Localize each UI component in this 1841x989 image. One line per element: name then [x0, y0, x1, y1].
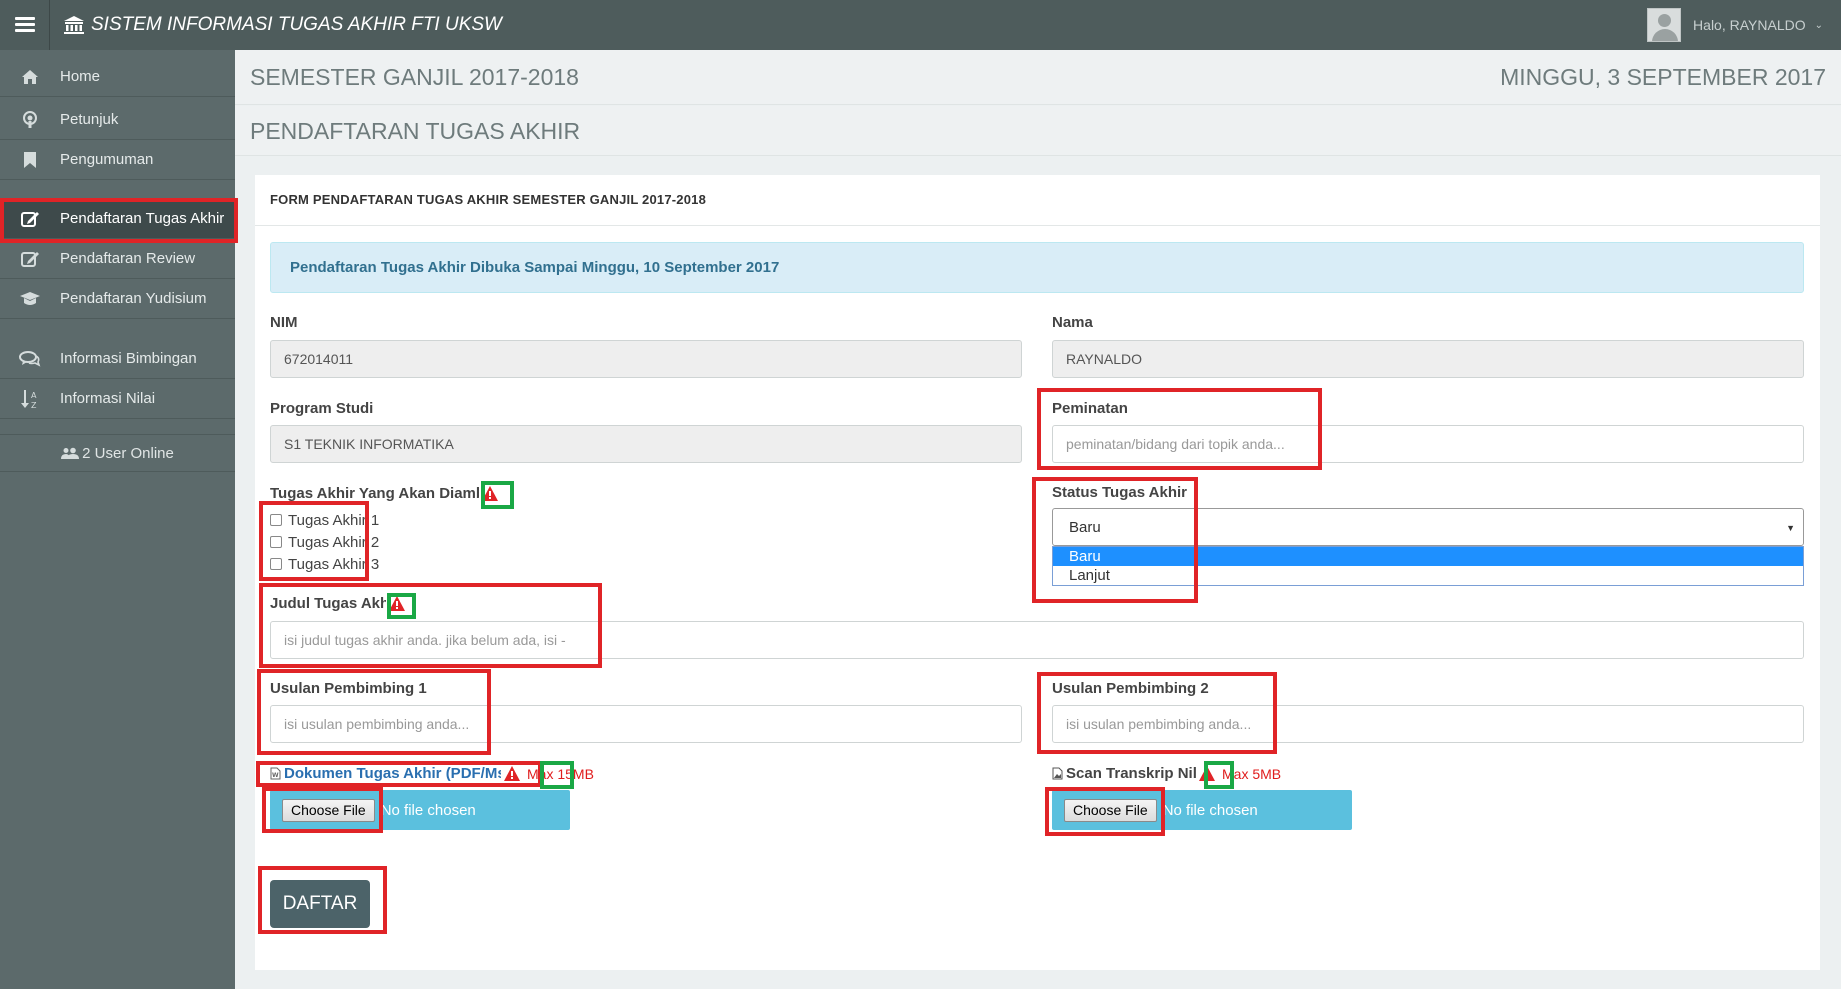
- warning-icon: [482, 486, 498, 501]
- svg-text:A: A: [31, 391, 37, 400]
- page-title: PENDAFTARAN TUGAS AKHIR: [250, 118, 581, 144]
- choose-file-button[interactable]: Choose File: [282, 798, 375, 822]
- judul-input[interactable]: isi judul tugas akhir anda. jika belum a…: [270, 621, 1804, 659]
- sidebar-item-home[interactable]: Home: [0, 57, 235, 97]
- checkbox[interactable]: [270, 514, 282, 526]
- sidebar-item-pendaftaran-review[interactable]: Pendaftaran Review: [0, 239, 235, 279]
- online-users: 2 User Online: [0, 434, 235, 472]
- info-alert: Pendaftaran Tugas Akhir Dibuka Sampai Mi…: [270, 242, 1804, 293]
- sidebar-item-informasi-nilai[interactable]: AZ Informasi Nilai: [0, 379, 235, 419]
- peminatan-label: Peminatan: [1052, 400, 1128, 417]
- top-bar: SISTEM INFORMASI TUGAS AKHIR FTI UKSW Ha…: [0, 0, 1841, 50]
- file-status: No file chosen: [1162, 801, 1258, 819]
- dokumen-label: W Dokumen Tugas Akhir (PDF/Ms.Word) Max …: [270, 765, 594, 782]
- tugas-akhir-3-checkbox[interactable]: Tugas Akhir 3: [270, 554, 379, 574]
- status-label: Status Tugas Akhir: [1052, 484, 1188, 501]
- nama-field: RAYNALDO: [1052, 340, 1804, 378]
- pembimbing-1-input[interactable]: isi usulan pembimbing anda...: [270, 705, 1022, 743]
- sidebar-item-pendaftaran-tugas-akhir[interactable]: Pendaftaran Tugas Akhir: [0, 199, 235, 239]
- tugas-akhir-label: Tugas Akhir Yang Akan Diambil: [270, 485, 498, 502]
- program-studi-field: S1 TEKNIK INFORMATIKA: [270, 425, 1022, 463]
- transkrip-max-size: Max 5MB: [1222, 765, 1282, 782]
- bookmark-icon: [0, 151, 60, 169]
- online-users-text: 2 User Online: [82, 444, 174, 462]
- nim-label: NIM: [270, 314, 298, 331]
- svg-text:W: W: [272, 772, 279, 779]
- file-image-icon: [1052, 767, 1063, 780]
- checkbox[interactable]: [270, 558, 282, 570]
- status-option-baru[interactable]: Baru: [1053, 547, 1803, 566]
- dokumen-max-size: Max 15MB: [527, 765, 594, 782]
- warning-icon: [389, 596, 405, 611]
- svg-text:Z: Z: [31, 401, 37, 409]
- status-select[interactable]: Baru ▼: [1052, 508, 1804, 546]
- sidebar: Home Petunjuk Pengumuman Pendaftaran Tug…: [0, 50, 235, 989]
- file-word-icon: W: [270, 767, 281, 780]
- user-menu[interactable]: Halo, RAYNALDO ⌄: [1647, 0, 1841, 50]
- nama-label: Nama: [1052, 314, 1093, 331]
- home-icon: [0, 69, 60, 85]
- user-greeting: Halo, RAYNALDO: [1693, 17, 1806, 33]
- registration-form: FORM PENDAFTARAN TUGAS AKHIR SEMESTER GA…: [255, 175, 1820, 970]
- file-status: No file chosen: [380, 801, 476, 819]
- comments-icon: [0, 350, 60, 367]
- transkrip-label: Scan Transkrip Nilai Max 5MB: [1052, 765, 1281, 782]
- menu-toggle-icon[interactable]: [0, 0, 50, 50]
- daftar-button[interactable]: DAFTAR: [270, 880, 370, 928]
- institution-icon: [64, 16, 84, 34]
- tugas-akhir-1-checkbox[interactable]: Tugas Akhir 1: [270, 510, 379, 530]
- judul-label: Judul Tugas Akhir: [270, 595, 405, 612]
- checkbox[interactable]: [270, 536, 282, 548]
- edit-icon: [0, 250, 60, 268]
- podcast-icon: [0, 110, 60, 129]
- app-title-text: SISTEM INFORMASI TUGAS AKHIR FTI UKSW: [91, 14, 502, 35]
- sidebar-item-pendaftaran-yudisium[interactable]: Pendaftaran Yudisium: [0, 279, 235, 319]
- users-icon: [61, 447, 80, 459]
- transkrip-file-input[interactable]: Choose File No file chosen: [1052, 790, 1352, 830]
- graduation-cap-icon: [0, 291, 60, 307]
- warning-icon: [504, 766, 523, 781]
- semester-header: SEMESTER GANJIL 2017-2018 MINGGU, 3 SEPT…: [235, 50, 1841, 105]
- page-header: PENDAFTARAN TUGAS AKHIR: [235, 106, 1841, 156]
- status-dropdown: Baru Lanjut: [1052, 546, 1804, 586]
- program-studi-label: Program Studi: [270, 400, 374, 417]
- tugas-akhir-2-checkbox[interactable]: Tugas Akhir 2: [270, 532, 379, 552]
- dokumen-file-input[interactable]: Choose File No file chosen: [270, 790, 570, 830]
- current-date: MINGGU, 3 SEPTEMBER 2017: [1500, 64, 1826, 90]
- nim-field: 672014011: [270, 340, 1022, 378]
- peminatan-input[interactable]: peminatan/bidang dari topik anda...: [1052, 425, 1804, 463]
- avatar: [1647, 8, 1682, 42]
- status-option-lanjut[interactable]: Lanjut: [1053, 566, 1803, 585]
- sort-alpha-icon: AZ: [0, 389, 60, 409]
- sidebar-item-petunjuk[interactable]: Petunjuk: [0, 100, 235, 140]
- sidebar-item-informasi-bimbingan[interactable]: Informasi Bimbingan: [0, 339, 235, 379]
- pembimbing-1-label: Usulan Pembimbing 1: [270, 680, 427, 697]
- sidebar-item-pengumuman[interactable]: Pengumuman: [0, 140, 235, 180]
- app-title[interactable]: SISTEM INFORMASI TUGAS AKHIR FTI UKSW: [64, 13, 502, 37]
- warning-icon: [1199, 766, 1218, 781]
- caret-down-icon: ▼: [1786, 523, 1795, 533]
- edit-icon: [0, 210, 60, 228]
- chevron-down-icon: ⌄: [1814, 19, 1823, 31]
- choose-file-button[interactable]: Choose File: [1064, 798, 1157, 822]
- pembimbing-2-input[interactable]: isi usulan pembimbing anda...: [1052, 705, 1804, 743]
- divider: [255, 225, 1820, 226]
- semester-label: SEMESTER GANJIL 2017-2018: [250, 64, 579, 90]
- pembimbing-2-label: Usulan Pembimbing 2: [1052, 680, 1209, 697]
- form-heading: FORM PENDAFTARAN TUGAS AKHIR SEMESTER GA…: [270, 192, 707, 207]
